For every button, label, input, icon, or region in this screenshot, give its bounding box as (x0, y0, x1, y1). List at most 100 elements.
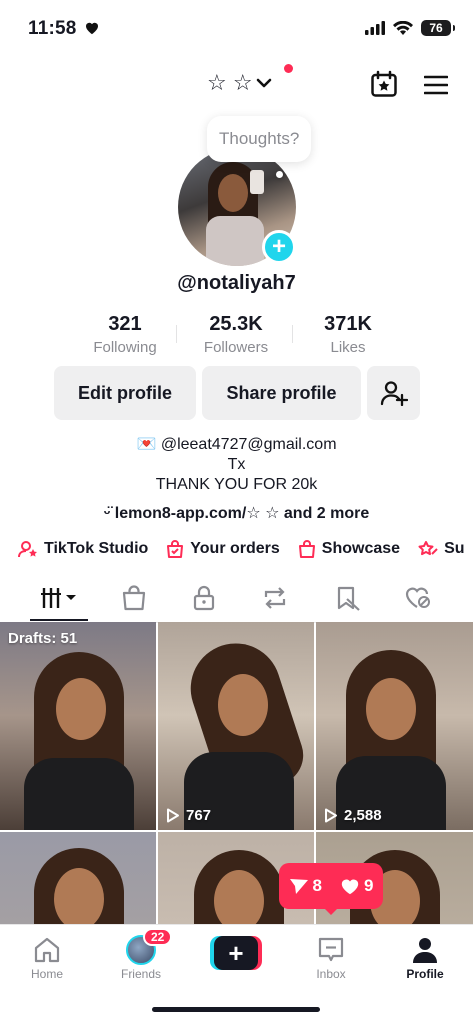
stat-label: Likes (330, 339, 366, 356)
account-name: ☆ ☆ (207, 70, 253, 95)
stat-label: Followers (203, 339, 269, 356)
inbox-icon (318, 937, 344, 962)
quick-links: TikTok Studio Your orders Showcase Su (18, 536, 473, 562)
heart-hidden-icon (405, 587, 430, 608)
signal-icon (365, 21, 385, 35)
subscription-link[interactable]: Su (418, 536, 465, 562)
view-count-value: 767 (186, 807, 212, 824)
view-count-value: 2,588 (344, 807, 382, 824)
activity-popup[interactable]: 8 9 (279, 863, 383, 909)
video-grid: Drafts: 51 767 2,588 (0, 622, 473, 924)
wifi-icon (393, 20, 413, 35)
heart-icon (86, 22, 98, 35)
your-orders-link[interactable]: Your orders (166, 536, 280, 562)
battery-icon: 76 (421, 20, 455, 36)
stat-following[interactable]: 321 Following (65, 313, 185, 356)
video-thumbnail[interactable]: 2,588 (316, 622, 473, 830)
account-switcher[interactable]: ☆ ☆ (207, 70, 273, 96)
nav-label: Friends (120, 967, 161, 981)
view-count: 767 (166, 807, 211, 824)
nav-label: Profile (406, 967, 444, 981)
tab-private[interactable] (189, 583, 219, 613)
status-icons: 76 (365, 20, 455, 36)
quick-link-label: Su (444, 540, 465, 557)
nav-profile[interactable]: Profile (385, 933, 465, 981)
add-friend-button[interactable] (367, 366, 420, 420)
shares-value: 8 (312, 876, 322, 895)
notification-dot (284, 64, 293, 73)
content-tabs (0, 575, 473, 623)
play-icon (325, 808, 337, 823)
friends-badge: 22 (143, 928, 173, 946)
lock-icon (193, 585, 215, 611)
video-thumbnail[interactable] (0, 832, 156, 924)
stat-label: Following (93, 339, 157, 356)
thoughts-bubble[interactable]: Thoughts? (207, 116, 312, 162)
heart-icon (341, 879, 359, 895)
tab-reposts[interactable] (260, 583, 290, 613)
orders-icon (167, 540, 184, 558)
showcase-link[interactable]: Showcase (298, 536, 400, 562)
bio-line: THANK YOU FOR 20k (155, 476, 318, 493)
bookmark-hidden-icon (337, 586, 360, 611)
tab-videos[interactable] (40, 583, 80, 613)
home-indicator (152, 1007, 320, 1012)
status-time: 11:58 (28, 18, 77, 39)
share-profile-button[interactable]: Share profile (202, 366, 361, 420)
profile-avatar[interactable]: + (178, 148, 296, 266)
tiktok-studio-link[interactable]: TikTok Studio (18, 536, 148, 562)
shopping-bag-icon (122, 585, 146, 611)
quick-link-label: Showcase (321, 540, 401, 557)
shares-count: 8 (289, 876, 322, 896)
nav-label: Home (30, 967, 63, 981)
home-icon (34, 937, 60, 963)
tab-liked[interactable] (403, 583, 433, 613)
tab-shop[interactable] (119, 583, 149, 613)
quick-link-label: TikTok Studio (44, 540, 149, 557)
menu-icon[interactable] (424, 74, 448, 96)
video-thumbnail[interactable]: Drafts: 51 (0, 622, 156, 830)
nav-label: Inbox (316, 967, 346, 981)
bio-line: Tx (227, 456, 246, 473)
calendar-star-icon[interactable] (370, 70, 398, 98)
stat-value: 371K (324, 313, 372, 335)
thoughts-bubble-tail (276, 171, 283, 178)
bio-line: 💌 @leeat4727@gmail.com (136, 436, 337, 453)
profile-stats: 321 Following 25.3K Followers 371K Likes (0, 313, 473, 363)
nav-inbox[interactable]: Inbox (291, 933, 371, 981)
plus-icon: + (214, 936, 258, 970)
nav-home[interactable]: Home (7, 933, 87, 981)
add-story-icon[interactable]: + (262, 230, 296, 264)
active-tab-indicator (30, 619, 88, 621)
view-count: 2,588 (324, 807, 382, 824)
quick-link-label: Your orders (190, 540, 280, 557)
activity-popup-tail (323, 907, 339, 915)
battery-level: 76 (429, 21, 443, 35)
chevron-down-icon (256, 78, 271, 88)
bio-link[interactable]: ᵕ̈ lemon8-app.com/☆ ☆ and 2 more (0, 503, 473, 523)
studio-icon (18, 541, 37, 558)
edit-profile-button[interactable]: Edit profile (54, 366, 196, 420)
subscription-icon (418, 541, 438, 556)
send-icon (289, 879, 308, 894)
create-button[interactable]: + (210, 936, 262, 970)
grid-icon (41, 588, 76, 608)
username: @notaliyah7 (177, 272, 296, 294)
status-bar: 11:58 76 (0, 0, 473, 58)
profile-icon (413, 938, 437, 963)
tab-favorites[interactable] (333, 583, 363, 613)
stat-likes[interactable]: 371K Likes (288, 313, 408, 356)
showcase-icon (298, 540, 315, 558)
likes-count: 9 (340, 876, 373, 896)
stat-value: 25.3K (209, 313, 263, 335)
video-thumbnail[interactable]: 767 (158, 622, 314, 830)
profile-actions: Edit profile Share profile (54, 366, 420, 420)
add-user-icon (380, 381, 408, 406)
stat-followers[interactable]: 25.3K Followers (176, 313, 296, 356)
stat-value: 321 (108, 313, 142, 335)
repost-icon (264, 587, 286, 609)
drafts-label: Drafts: 51 (8, 630, 78, 647)
likes-value: 9 (364, 876, 374, 895)
play-icon (167, 808, 179, 823)
profile-header: ☆ ☆ (0, 60, 473, 110)
